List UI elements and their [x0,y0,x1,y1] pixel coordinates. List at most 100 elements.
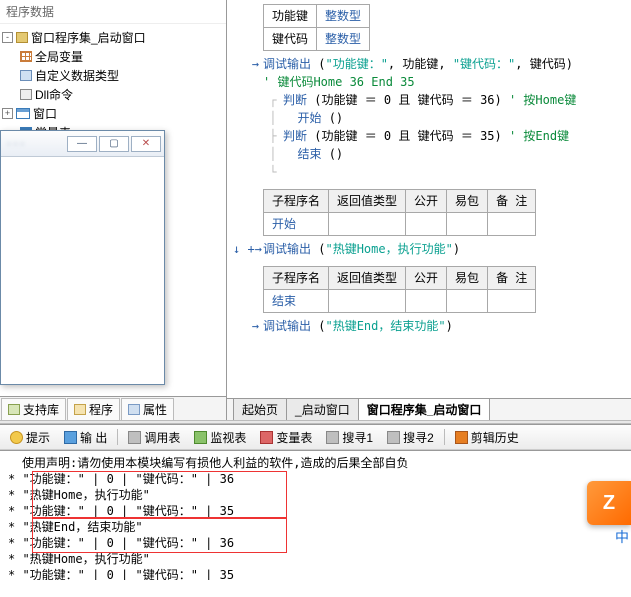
watch-icon [194,431,207,444]
th: 公开 [406,190,447,213]
table-cell[interactable]: 键代码 [264,28,317,51]
bulb-icon [10,431,23,444]
label: 提示 [26,429,50,446]
sub-table: 子程序名返回值类型公开易包备 注 结束 [263,266,536,313]
hint-button[interactable]: 提示 [4,426,56,449]
tab-mainwindow[interactable]: _启动窗口 [286,398,359,420]
tree-label: 自定义数据类型 [35,67,119,84]
th: 公开 [406,267,447,290]
code-line[interactable]: →调试输出 ("功能键：", 功能键, "键代码：", 键代码) [233,55,625,73]
search-icon [326,431,339,444]
minimize-button[interactable]: — [67,136,97,152]
output-line: * "热键End，结束功能" [8,519,623,535]
label: 调用表 [144,429,180,446]
table-cell[interactable]: 整数型 [317,5,370,28]
tab-windowset[interactable]: 窗口程序集_启动窗口 [358,398,491,420]
label: 搜寻1 [342,429,373,446]
code-line[interactable]: ┌判断 (功能键 ＝ 0 且 键代码 ＝ 36) ' 按Home键 [233,91,625,109]
table-icon [128,431,141,444]
code-panel: 功能键整数型 键代码整数型 →调试输出 ("功能键：", 功能键, "键代码："… [227,0,631,420]
sub-name[interactable]: 结束 [264,290,329,313]
maximize-button[interactable]: ▢ [99,136,129,152]
tree-header: 程序数据 [0,0,226,24]
tree-node[interactable]: + 窗口 [2,104,224,123]
calltable-button[interactable]: 调用表 [122,426,186,449]
tab-support-lib[interactable]: 支持库 [1,398,66,420]
tab-label: 程序 [89,401,113,418]
watchtable-button[interactable]: 监视表 [188,426,252,449]
label: 剪辑历史 [471,429,519,446]
close-button[interactable]: ✕ [131,136,161,152]
tree-node[interactable]: - 窗口程序集_启动窗口 [2,28,224,47]
badge-letter: Z [603,492,615,515]
window-icon [16,108,30,119]
code-editor[interactable]: 功能键整数型 键代码整数型 →调试输出 ("功能键：", 功能键, "键代码："… [227,0,631,343]
th: 子程序名 [264,267,329,290]
table-cell[interactable]: 整数型 [317,28,370,51]
grid-icon [20,51,32,62]
tab-program[interactable]: 程序 [67,398,120,420]
floating-window-titlebar[interactable]: · · · — ▢ ✕ [1,131,164,157]
output-line: 使用声明:请勿使用本模块编写有损他人利益的软件,造成的后果全部自负 [8,455,623,471]
output-line: * "热键Home，执行功能" [8,487,623,503]
floating-window-title: · · · [4,138,65,150]
book-icon [16,32,28,43]
table-cell[interactable]: 功能键 [264,5,317,28]
code-line[interactable]: └ [233,163,625,181]
support-icon [8,404,20,415]
search1-button[interactable]: 搜寻1 [320,426,379,449]
th: 备 注 [488,190,536,213]
clip-icon [455,431,468,444]
code-line[interactable]: ↓ +→调试输出 ("热键Home，执行功能") [233,240,625,258]
tree-label: 窗口程序集_启动窗口 [31,29,146,46]
type-icon [20,70,32,81]
output-button[interactable]: 输 出 [58,426,113,449]
cliphistory-button[interactable]: 剪辑历史 [449,426,525,449]
tree-node[interactable]: 自定义数据类型 [2,66,224,85]
output-panel[interactable]: 使用声明:请勿使用本模块编写有损他人利益的软件,造成的后果全部自负 * "功能键… [0,450,631,580]
code-line[interactable]: │ 开始 () [233,109,625,127]
code-line[interactable]: ' 键代码Home 36 End 35 [233,73,625,91]
var-icon [260,431,273,444]
output-line: * "热键Home，执行功能" [8,551,623,567]
output-line: * "功能键：" | 0 | "键代码：" | 35 [8,567,623,580]
ime-badge[interactable]: Z [587,481,631,525]
tab-label: 属性 [143,401,167,418]
sub-table: 子程序名返回值类型公开易包备 注 开始 [263,189,536,236]
expand-icon[interactable]: - [2,32,13,43]
tree-node[interactable]: 全局变量 [2,47,224,66]
left-panel-tabs: 支持库 程序 属性 [0,396,226,420]
label: 搜寻2 [403,429,434,446]
th: 返回值类型 [329,190,406,213]
tree-node[interactable]: Dll命令 [2,85,224,104]
dll-icon [20,89,32,100]
tab-startpage[interactable]: 起始页 [233,398,287,420]
expand-icon[interactable]: + [2,108,13,119]
search2-button[interactable]: 搜寻2 [381,426,440,449]
varstack-button[interactable]: 变量表 [254,426,318,449]
label: 变量表 [276,429,312,446]
tree-label: 全局变量 [35,48,83,65]
output-line: * "功能键：" | 0 | "键代码：" | 36 [8,535,623,551]
sub-name[interactable]: 开始 [264,213,329,236]
tab-properties[interactable]: 属性 [121,398,174,420]
th: 子程序名 [264,190,329,213]
floating-window[interactable]: · · · — ▢ ✕ [0,130,165,385]
left-panel: 程序数据 -窗口程序集_启动窗口 全局变量 自定义数据类型 Dll命令 +窗口 … [0,0,227,420]
properties-icon [128,404,140,415]
output-line: * "功能键：" | 0 | "键代码：" | 35 [8,503,623,519]
output-icon [64,431,77,444]
tree-label: 窗口 [33,105,57,122]
code-line[interactable]: ├判断 (功能键 ＝ 0 且 键代码 ＝ 35) ' 按End键 [233,127,625,145]
th: 返回值类型 [329,267,406,290]
ime-label[interactable]: 中 [615,527,631,547]
code-line[interactable]: │ 结束 () [233,145,625,163]
param-table-top: 功能键整数型 键代码整数型 [263,4,370,51]
th: 易包 [447,190,488,213]
output-line: * "功能键：" | 0 | "键代码：" | 36 [8,471,623,487]
code-line[interactable]: →调试输出 ("热键End，结束功能") [233,317,625,335]
editor-tabs: 起始页 _启动窗口 窗口程序集_启动窗口 [227,398,631,420]
tree-label: Dll命令 [35,86,73,103]
th: 备 注 [488,267,536,290]
project-tree: -窗口程序集_启动窗口 全局变量 自定义数据类型 Dll命令 +窗口 常量表 [0,24,226,146]
